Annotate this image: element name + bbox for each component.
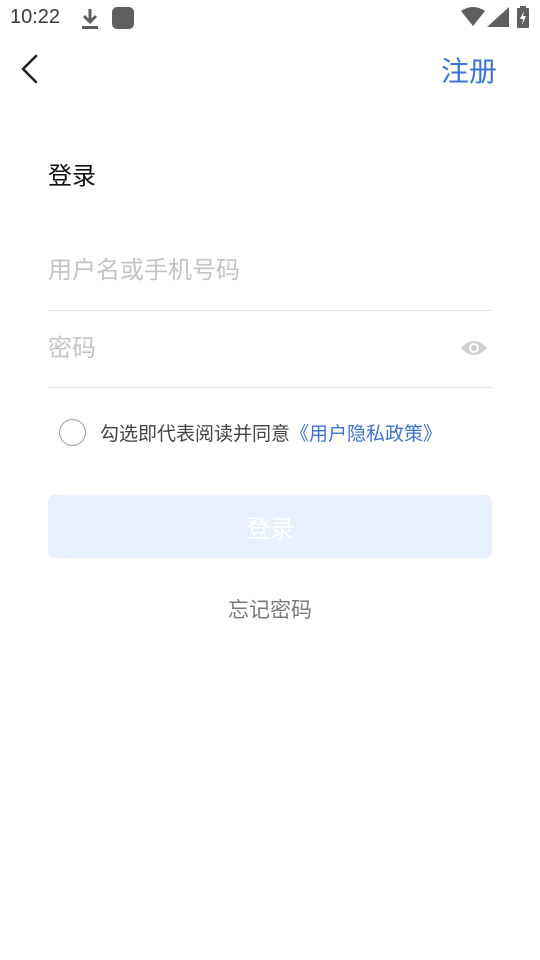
back-arrow-icon[interactable] (14, 52, 48, 86)
app-notification-icon (112, 7, 134, 29)
agreement-row: 勾选即代表阅读并同意 《用户隐私政策》 (59, 417, 442, 447)
privacy-policy-link[interactable]: 《用户隐私政策》 (290, 419, 442, 446)
status-time: 10:22 (10, 6, 61, 28)
password-field-container (48, 330, 492, 388)
register-button[interactable]: 注册 (441, 50, 497, 90)
username-field-container (48, 250, 492, 311)
eye-icon[interactable] (460, 338, 488, 358)
agreement-text: 勾选即代表阅读并同意 (100, 422, 291, 445)
password-input[interactable] (48, 334, 428, 362)
battery-charging-icon (517, 6, 529, 28)
download-icon (82, 9, 98, 29)
agreement-checkbox[interactable] (59, 418, 86, 446)
status-bar: 10:22 (0, 0, 540, 38)
login-button[interactable]: 登录 (48, 495, 492, 558)
forgot-password-link[interactable]: 忘记密码 (0, 594, 540, 624)
username-input[interactable] (48, 256, 428, 284)
page-title: 登录 (48, 162, 96, 190)
signal-icon (487, 7, 509, 27)
wifi-icon (461, 7, 485, 26)
